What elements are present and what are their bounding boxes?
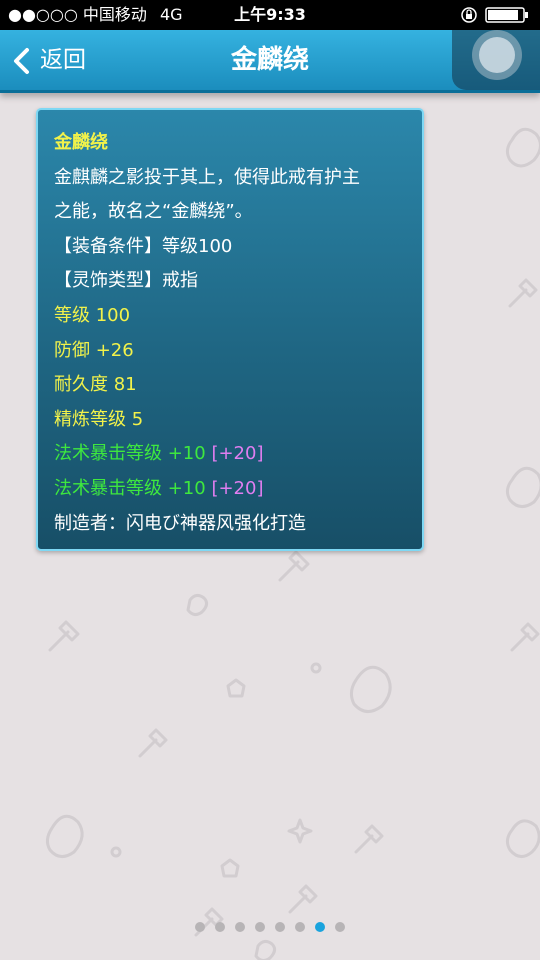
screen: ●●○○○ 中国移动 4G 上午9:33 返回 金麟绕 金麟绕 金麒麟之影投于其… (0, 0, 540, 960)
assistive-touch-core (479, 37, 515, 73)
item-defense: 防御 +26 (54, 339, 134, 361)
bonus-stat-text: 法术暴击等级 +10 (54, 477, 206, 499)
battery-icon (461, 7, 528, 23)
item-requirement: 【装备条件】等级100 (54, 235, 233, 257)
status-bar: ●●○○○ 中国移动 4G 上午9:33 (0, 0, 540, 30)
page-dot[interactable] (215, 922, 225, 932)
item-description-line-1: 金麒麟之影投于其上，使得此戒有护主 (54, 166, 360, 188)
bonus-stat-text: 法术暴击等级 +10 (54, 443, 206, 465)
page-dot[interactable] (295, 922, 305, 932)
assistive-touch-button[interactable] (452, 30, 540, 90)
page-dot[interactable] (275, 922, 285, 932)
page-title: 金麟绕 (230, 45, 309, 75)
page-dot[interactable] (195, 922, 205, 932)
back-button[interactable]: 返回 (10, 40, 100, 80)
item-level: 等级 100 (54, 304, 131, 326)
item-durability: 耐久度 81 (54, 374, 137, 396)
bonus-stat-extra: [+20] (211, 443, 264, 465)
page-dot[interactable] (255, 922, 265, 932)
item-refine-level: 精炼等级 5 (54, 408, 144, 430)
status-time: 上午9:33 (234, 5, 306, 24)
item-description-line-2: 之能，故名之“金麟绕”。 (54, 201, 253, 223)
item-bonus-stat: 法术暴击等级 +10 [+20] (54, 472, 422, 507)
item-info-card: 金麟绕 金麒麟之影投于其上，使得此戒有护主 之能，故名之“金麟绕”。 【装备条件… (36, 108, 424, 551)
item-type: 【灵饰类型】戒指 (54, 270, 198, 292)
page-indicator (0, 922, 540, 934)
item-maker: 制造者：闪电び神器风强化打造 (54, 512, 306, 534)
item-bonus-stat: 法术暴击等级 +10 [+20] (54, 437, 422, 472)
page-dot-active[interactable] (315, 922, 325, 932)
bonus-stat-extra: [+20] (211, 477, 264, 499)
page-dot[interactable] (235, 922, 245, 932)
item-name: 金麟绕 (54, 132, 108, 153)
back-label: 返回 (40, 47, 86, 73)
nav-bar: 返回 金麟绕 (0, 30, 540, 93)
page-dot[interactable] (335, 922, 345, 932)
chevron-left-icon (14, 48, 29, 74)
